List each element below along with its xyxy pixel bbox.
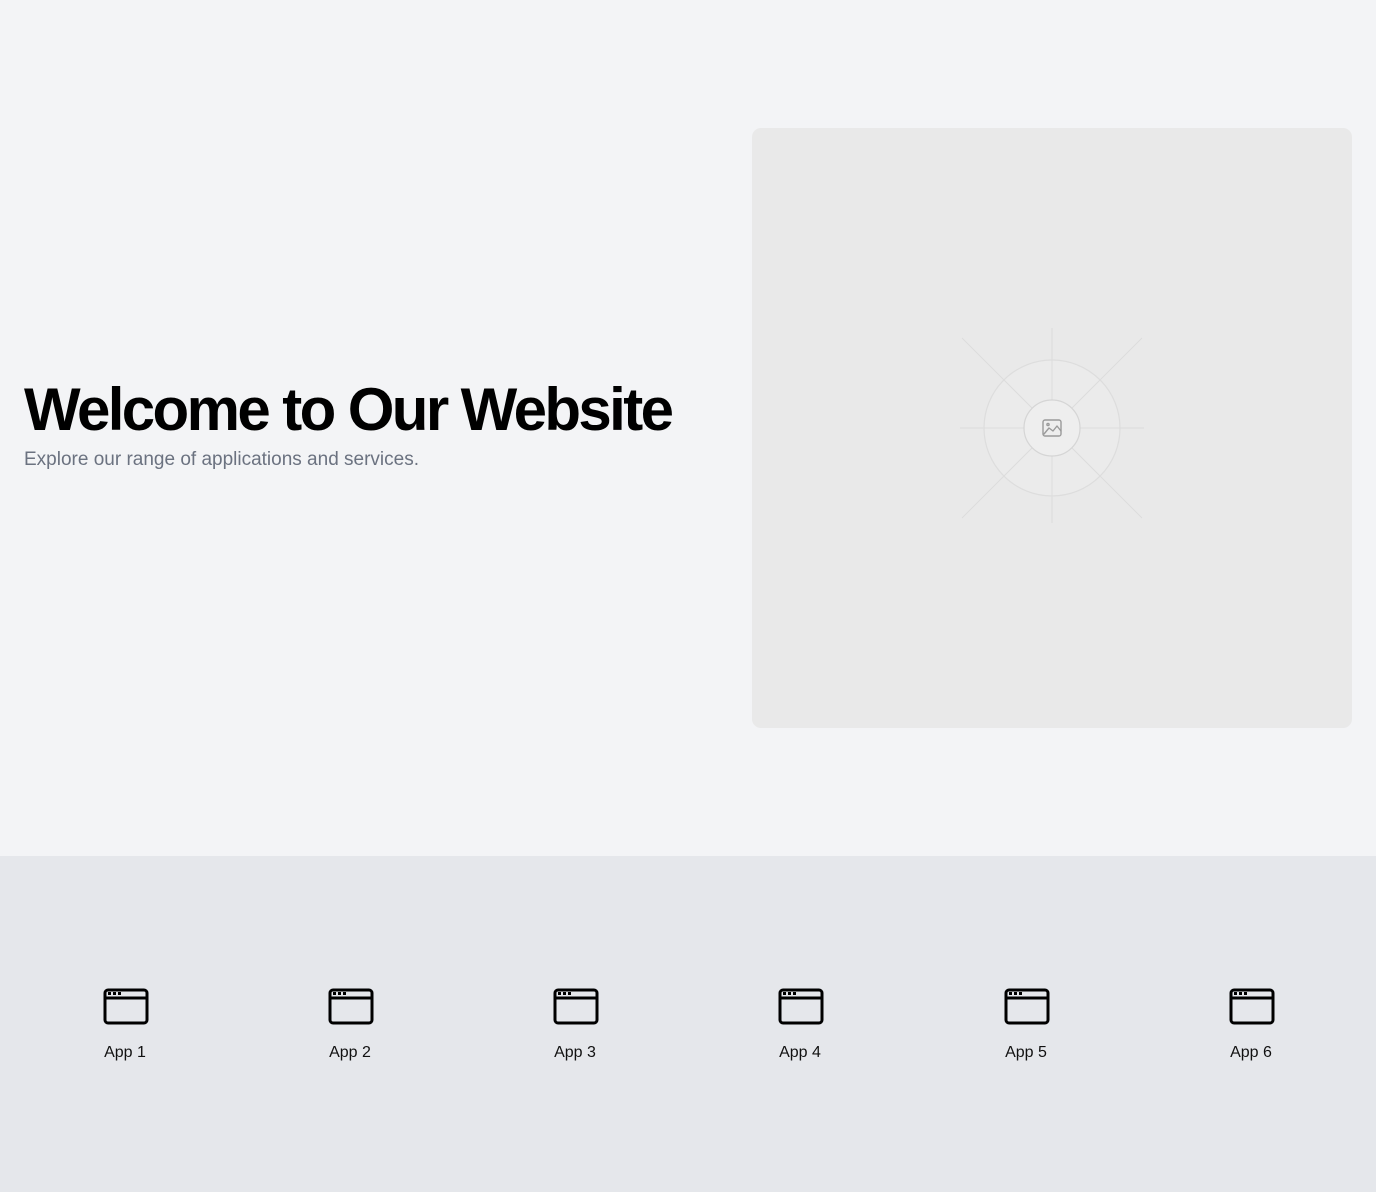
app-item-2[interactable]: App 2 [290,988,410,1068]
browser-window-icon [1004,988,1050,1025]
browser-window-icon [1229,988,1275,1025]
image-placeholder-graphic [960,328,1144,523]
app-label: App 5 [1005,1044,1047,1061]
app-label: App 1 [104,1044,146,1061]
browser-window-icon [778,988,824,1025]
app-label: App 2 [329,1044,371,1061]
browser-window-icon [103,988,149,1025]
browser-window-icon [553,988,599,1025]
hero-subtitle: Explore our range of applications and se… [24,449,420,470]
app-label: App 4 [779,1044,821,1061]
hero-image-placeholder [752,128,1352,728]
apps-section: App 1 App 2 App 3 App 4 App 5 App 6 [0,856,1376,1192]
browser-window-icon [328,988,374,1025]
app-label: App 6 [1230,1044,1272,1061]
app-item-3[interactable]: App 3 [515,988,635,1068]
app-item-4[interactable]: App 4 [740,988,860,1068]
app-label: App 3 [554,1044,596,1061]
app-item-1[interactable]: App 1 [65,988,185,1068]
app-item-6[interactable]: App 6 [1191,988,1311,1068]
hero-text: Welcome to Our Website Explore our range… [24,372,724,474]
hero-title: Welcome to Our Website [24,376,674,443]
app-item-5[interactable]: App 5 [966,988,1086,1068]
hero-section: Welcome to Our Website Explore our range… [0,0,1376,856]
